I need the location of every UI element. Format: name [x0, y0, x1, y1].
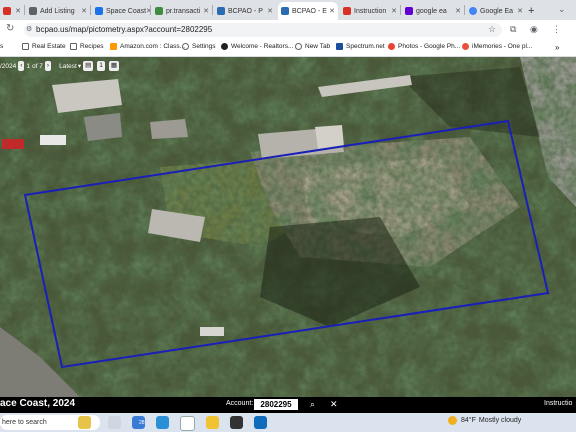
- tab-favicon-icon: [469, 7, 477, 15]
- aerial-map[interactable]: /2024 ‹ 1 of 7 › Latest ▾ ▤ 1 ▦: [0, 57, 576, 397]
- account-input[interactable]: 2802295: [254, 399, 298, 410]
- address-bar-row: ↻ ⚙ bcpao.us/map/pictometry.aspx?account…: [0, 20, 576, 40]
- next-image-button[interactable]: ›: [44, 61, 52, 71]
- tab-favicon-icon: [155, 7, 163, 15]
- tab-listings[interactable]: ✕: [0, 2, 24, 20]
- page-total: of 7: [32, 62, 43, 70]
- instructions-link[interactable]: Instructio: [544, 400, 572, 407]
- bookmark-realtors[interactable]: Welcome - Realtors...: [221, 43, 293, 50]
- tab-bcpao-p[interactable]: BCPAO - P ✕: [214, 2, 276, 20]
- file-explorer-icon[interactable]: [206, 416, 219, 429]
- pictometry-toolbar: /2024 ‹ 1 of 7 › Latest ▾ ▤ 1 ▦: [0, 58, 121, 74]
- bookmark-amazon[interactable]: Amazon.com : Class...: [110, 43, 185, 50]
- browser-tab-strip: ✕ Add Listing ✕ Space Coast ✕ pr.transac…: [0, 0, 576, 20]
- search-highlight-icon[interactable]: [78, 416, 91, 429]
- chevron-down-icon[interactable]: ▾: [78, 62, 81, 70]
- extensions-icon[interactable]: ⧉: [510, 24, 516, 35]
- close-icon[interactable]: ✕: [267, 7, 276, 15]
- amazon-icon: [110, 43, 117, 50]
- account-label: Account:: [226, 400, 254, 407]
- folder-icon: [70, 43, 77, 50]
- mail-icon[interactable]: [254, 416, 267, 429]
- bookmark-settings[interactable]: Settings: [182, 43, 216, 50]
- tab-google-earth[interactable]: Google Ea ✕: [466, 2, 526, 20]
- folder-icon: [22, 43, 29, 50]
- profile-icon[interactable]: ◉: [530, 24, 538, 35]
- zoom-box[interactable]: 1: [97, 61, 105, 71]
- tab-favicon-icon: [405, 7, 413, 15]
- tab-transaction[interactable]: pr.transacti ✕: [152, 2, 212, 20]
- sun-icon: [448, 416, 457, 425]
- edge-icon[interactable]: [156, 416, 169, 429]
- close-icon[interactable]: ✕: [391, 7, 400, 15]
- close-icon[interactable]: ✕: [203, 7, 212, 15]
- image-date: /2024: [0, 62, 17, 70]
- taskbar: here to search 28 84°F Mostly cloudy: [0, 413, 576, 432]
- bookmark-new-tab[interactable]: New Tab: [295, 43, 330, 50]
- url-text[interactable]: bcpao.us/map/pictometry.aspx?account=280…: [36, 25, 212, 34]
- latest-dropdown[interactable]: Latest: [59, 63, 77, 70]
- bookmark-recipes[interactable]: Recipes: [70, 43, 103, 50]
- bookmark-real-estate[interactable]: Real Estate: [22, 43, 66, 50]
- close-icon[interactable]: ✕: [329, 7, 338, 15]
- tab-instructions[interactable]: Instruction ✕: [340, 2, 400, 20]
- site-info-icon[interactable]: ⚙: [26, 25, 32, 33]
- bookmark-star-icon[interactable]: ☆: [488, 24, 496, 35]
- new-tab-button[interactable]: +: [528, 2, 542, 20]
- brand-label: ace Coast, 2024: [0, 398, 76, 409]
- tab-favicon-icon: [3, 7, 11, 15]
- tab-favicon-icon: [343, 7, 351, 15]
- weather-widget[interactable]: 84°F Mostly cloudy: [448, 416, 521, 425]
- spectrum-icon: [336, 43, 343, 50]
- tab-favicon-icon: [29, 7, 37, 15]
- close-icon[interactable]: ✕: [330, 399, 338, 410]
- bookmark-imemories[interactable]: iMemories - One pl...: [462, 43, 532, 50]
- store-icon[interactable]: [230, 416, 243, 429]
- aerial-image: [0, 57, 576, 397]
- tab-favicon-icon: [281, 7, 289, 15]
- bookmarks-bar: s Real Estate Recipes Amazon.com : Class…: [0, 40, 576, 57]
- tab-add-listing[interactable]: Add Listing ✕: [26, 2, 90, 20]
- print-icon[interactable]: ▤: [83, 61, 94, 71]
- bookmark-spectrum[interactable]: Spectrum.net: [336, 43, 385, 50]
- realtor-icon: [221, 43, 228, 50]
- reload-icon[interactable]: ↻: [6, 23, 14, 34]
- tab-favicon-icon: [95, 7, 103, 15]
- close-icon[interactable]: ✕: [517, 7, 526, 15]
- omnibox[interactable]: ⚙ bcpao.us/map/pictometry.aspx?account=2…: [24, 23, 502, 37]
- bookmarks-overflow-icon[interactable]: »: [555, 43, 559, 52]
- photos-icon: [388, 43, 395, 50]
- page-current: 1: [26, 62, 31, 70]
- menu-icon[interactable]: ⋮: [552, 24, 561, 35]
- bookmark-google-photos[interactable]: Photos - Google Ph...: [388, 43, 460, 50]
- previous-image-button[interactable]: ‹: [18, 61, 25, 71]
- close-icon[interactable]: ✕: [455, 7, 464, 15]
- gear-icon: [182, 43, 189, 50]
- bookmarks-apps-icon[interactable]: s: [0, 43, 3, 50]
- search-icon[interactable]: ⌕: [310, 399, 315, 410]
- grid-icon[interactable]: ▦: [108, 61, 120, 71]
- close-icon[interactable]: ✕: [15, 7, 24, 15]
- tab-favicon-icon: [217, 7, 225, 15]
- tab-bcpao-active[interactable]: BCPAO - E ✕: [278, 2, 338, 20]
- globe-icon: [295, 43, 302, 50]
- close-icon[interactable]: ✕: [81, 7, 90, 15]
- tab-google-earth-search[interactable]: google ea ✕: [402, 2, 464, 20]
- chrome-icon[interactable]: [180, 416, 195, 431]
- heart-icon: [462, 43, 469, 50]
- tab-search-chevron-icon[interactable]: ⌄: [558, 4, 566, 15]
- task-view-icon[interactable]: [108, 416, 121, 429]
- tab-space-coast[interactable]: Space Coast ✕: [92, 2, 150, 20]
- widgets-icon[interactable]: 28: [132, 416, 145, 429]
- map-footer-bar: ace Coast, 2024 Account: 2802295 ⌕ ✕ Ins…: [0, 397, 576, 413]
